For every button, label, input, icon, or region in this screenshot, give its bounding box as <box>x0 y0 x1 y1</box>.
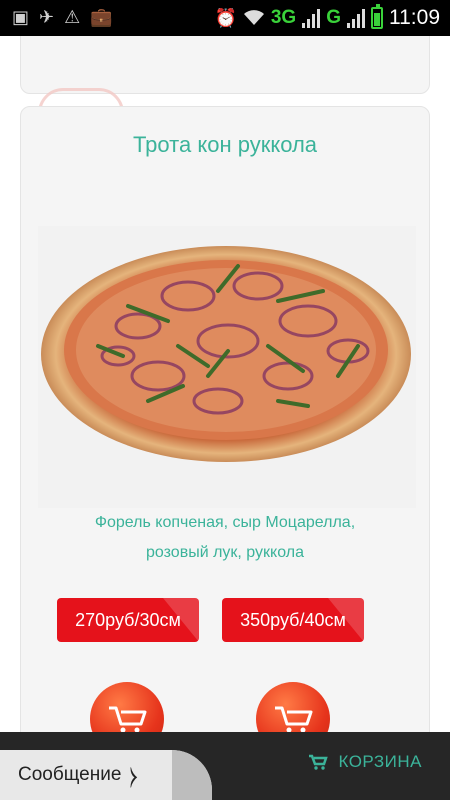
shopping-cart-icon <box>109 706 147 733</box>
alarm-icon: ⏰ <box>214 7 237 29</box>
price-button-40cm[interactable]: 350руб/40см <box>222 598 364 642</box>
tab-fold <box>172 750 212 800</box>
product-list[interactable]: Трота кон руккола Форель копченая, сыр М… <box>0 36 450 800</box>
price-label-30cm: 270руб/30см <box>75 609 181 630</box>
status-bar: ▣ ✈ ⚠ 💼 ⏰ 3G G 11:09 <box>0 0 450 36</box>
image-icon: ▣ <box>12 7 30 28</box>
ingredients-line-2: розовый лук, руккола <box>146 544 304 561</box>
signal-icon <box>302 8 321 28</box>
ingredients-line-1: Форель копченая, сыр Моцарелла, <box>94 514 356 531</box>
product-image <box>38 226 416 508</box>
product-card-previous <box>20 36 430 94</box>
bottom-bar: Сообщение ⧽ КОРЗИНА <box>0 732 450 800</box>
network-type-3g: 3G <box>270 7 297 28</box>
clock: 11:09 <box>389 6 440 29</box>
product-title: Трота кон руккола <box>132 132 318 157</box>
shopping-cart-icon <box>275 706 313 733</box>
signal-icon-2 <box>347 8 365 28</box>
airplane-icon: ✈ <box>39 7 55 28</box>
message-tab-label: Сообщение <box>18 764 122 785</box>
wifi-icon <box>243 10 264 25</box>
bracket-icon: ⧽ <box>129 761 138 789</box>
cart-icon <box>309 754 329 770</box>
product-ingredients: Форель копченая, сыр Моцарелла, розовый … <box>40 508 410 568</box>
cart-label: КОРЗИНА <box>338 752 422 771</box>
price-button-30cm[interactable]: 270руб/30см <box>57 598 199 642</box>
warning-icon: ⚠ <box>64 7 81 28</box>
network-type-g: G <box>326 7 341 28</box>
price-label-40cm: 350руб/40см <box>240 609 346 630</box>
message-tab[interactable]: Сообщение ⧽ <box>0 750 212 800</box>
battery-icon <box>371 4 383 29</box>
briefcase-icon: 💼 <box>90 7 113 28</box>
cart-link[interactable]: КОРЗИНА <box>308 752 422 772</box>
